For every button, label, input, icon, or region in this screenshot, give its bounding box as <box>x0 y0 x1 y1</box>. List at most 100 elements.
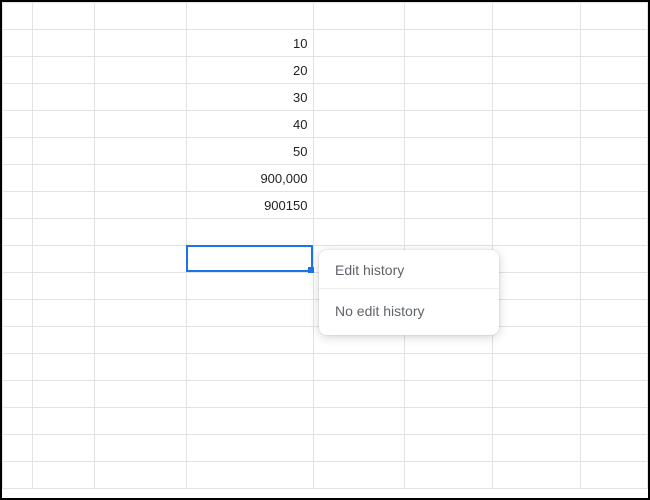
cell[interactable] <box>33 84 95 111</box>
cell[interactable] <box>33 57 95 84</box>
cell[interactable] <box>580 246 647 273</box>
cell[interactable]: 900150 <box>187 192 314 219</box>
cell[interactable] <box>187 462 314 489</box>
cell[interactable] <box>95 111 187 138</box>
cell[interactable] <box>580 327 647 354</box>
cell[interactable] <box>187 300 314 327</box>
cell[interactable] <box>33 246 95 273</box>
cell[interactable] <box>314 192 404 219</box>
cell[interactable] <box>95 327 187 354</box>
cell[interactable] <box>3 354 33 381</box>
cell[interactable] <box>404 408 492 435</box>
cell[interactable] <box>3 327 33 354</box>
cell[interactable] <box>492 462 580 489</box>
cell[interactable] <box>3 192 33 219</box>
cell[interactable]: 40 <box>187 111 314 138</box>
cell[interactable] <box>95 300 187 327</box>
cell[interactable] <box>3 300 33 327</box>
cell[interactable] <box>187 408 314 435</box>
cell[interactable] <box>492 57 580 84</box>
cell[interactable] <box>580 111 647 138</box>
cell[interactable] <box>314 3 404 30</box>
cell[interactable] <box>580 462 647 489</box>
cell[interactable] <box>33 300 95 327</box>
cell[interactable] <box>404 84 492 111</box>
cell[interactable] <box>187 327 314 354</box>
cell[interactable] <box>580 165 647 192</box>
cell[interactable] <box>314 165 404 192</box>
cell[interactable] <box>404 30 492 57</box>
cell[interactable] <box>33 408 95 435</box>
cell[interactable] <box>187 219 314 246</box>
cell[interactable] <box>492 408 580 435</box>
cell[interactable] <box>404 138 492 165</box>
cell[interactable] <box>3 111 33 138</box>
cell[interactable] <box>95 138 187 165</box>
cell[interactable] <box>314 57 404 84</box>
spreadsheet-grid[interactable]: 10 20 30 40 50 900,000 900150 <box>2 2 648 489</box>
cell[interactable] <box>187 435 314 462</box>
cell[interactable] <box>3 84 33 111</box>
cell[interactable] <box>95 84 187 111</box>
cell[interactable] <box>95 462 187 489</box>
cell[interactable]: 10 <box>187 30 314 57</box>
cell[interactable]: 900,000 <box>187 165 314 192</box>
cell[interactable] <box>580 408 647 435</box>
cell[interactable] <box>492 138 580 165</box>
cell[interactable] <box>95 354 187 381</box>
cell[interactable] <box>3 57 33 84</box>
cell[interactable] <box>580 354 647 381</box>
cell[interactable] <box>3 219 33 246</box>
cell[interactable]: 50 <box>187 138 314 165</box>
cell[interactable] <box>33 165 95 192</box>
cell[interactable] <box>33 273 95 300</box>
cell[interactable] <box>492 111 580 138</box>
cell[interactable] <box>95 273 187 300</box>
cell[interactable] <box>404 354 492 381</box>
cell[interactable] <box>33 111 95 138</box>
cell[interactable] <box>580 3 647 30</box>
cell[interactable] <box>404 111 492 138</box>
cell[interactable] <box>492 246 580 273</box>
cell[interactable] <box>3 435 33 462</box>
cell[interactable] <box>95 408 187 435</box>
cell[interactable] <box>314 408 404 435</box>
cell[interactable] <box>95 192 187 219</box>
cell[interactable] <box>3 246 33 273</box>
cell[interactable] <box>95 165 187 192</box>
cell[interactable] <box>314 381 404 408</box>
cell[interactable] <box>95 57 187 84</box>
cell[interactable] <box>492 3 580 30</box>
cell[interactable] <box>95 381 187 408</box>
cell[interactable] <box>580 30 647 57</box>
cell[interactable] <box>187 354 314 381</box>
cell[interactable] <box>314 84 404 111</box>
cell[interactable] <box>314 138 404 165</box>
cell[interactable] <box>33 381 95 408</box>
cell[interactable] <box>580 273 647 300</box>
cell[interactable] <box>580 435 647 462</box>
cell[interactable] <box>492 273 580 300</box>
cell[interactable] <box>3 462 33 489</box>
cell[interactable] <box>404 165 492 192</box>
cell[interactable] <box>580 381 647 408</box>
cell[interactable] <box>33 327 95 354</box>
cell[interactable]: 20 <box>187 57 314 84</box>
cell[interactable] <box>33 435 95 462</box>
cell[interactable] <box>492 435 580 462</box>
cell[interactable] <box>492 381 580 408</box>
cell[interactable] <box>33 462 95 489</box>
cell[interactable] <box>3 3 33 30</box>
cell[interactable] <box>492 165 580 192</box>
cell[interactable] <box>95 219 187 246</box>
cell[interactable] <box>492 354 580 381</box>
cell[interactable] <box>404 219 492 246</box>
cell[interactable] <box>314 111 404 138</box>
cell[interactable] <box>33 3 95 30</box>
cell[interactable] <box>580 219 647 246</box>
cell[interactable] <box>187 381 314 408</box>
cell[interactable] <box>580 84 647 111</box>
cell[interactable] <box>95 30 187 57</box>
cell[interactable] <box>314 462 404 489</box>
cell[interactable] <box>33 219 95 246</box>
